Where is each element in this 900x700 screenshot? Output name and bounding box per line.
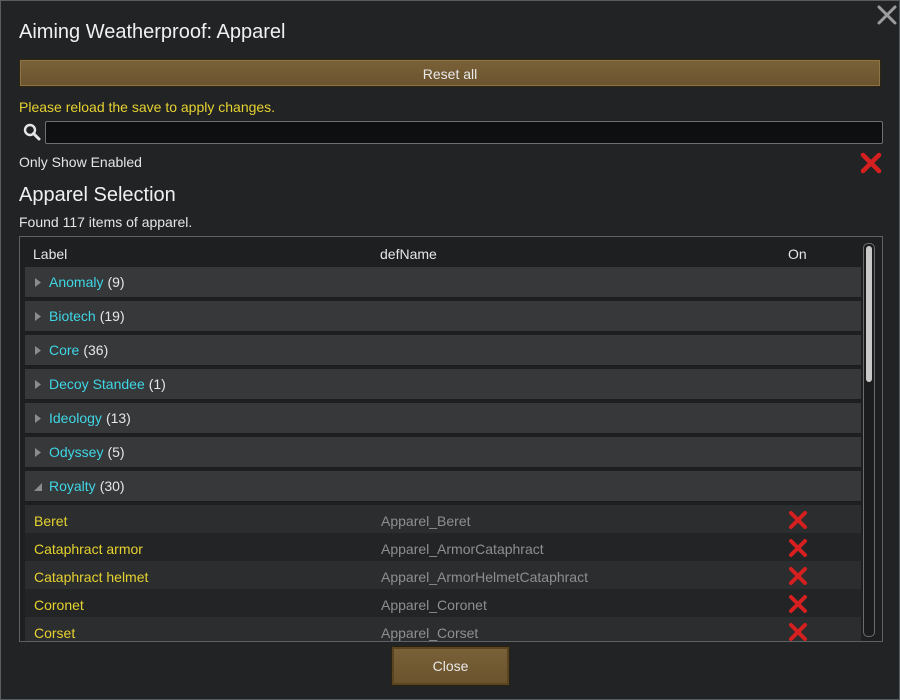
apparel-table: Label defName On Anomaly (9) Biotech (19) … xyxy=(19,236,883,642)
mod-settings-window: Aiming Weatherproof: Apparel Reset all P… xyxy=(0,0,900,700)
group-count: (36) xyxy=(83,342,109,358)
table-row[interactable]: Coronet Apparel_Coronet xyxy=(25,589,861,617)
item-label: Cataphract armor xyxy=(34,541,143,557)
search-input[interactable] xyxy=(45,121,883,144)
item-defname: Apparel_Beret xyxy=(381,513,471,529)
group-name: Decoy Standee xyxy=(49,376,145,392)
item-defname: Apparel_ArmorHelmetCataphract xyxy=(381,569,588,585)
group-row-decoy-standee[interactable]: Decoy Standee (1) xyxy=(25,369,861,400)
column-header-label: Label xyxy=(33,246,68,262)
group-count: (1) xyxy=(148,376,166,392)
red-x-icon[interactable] xyxy=(788,538,808,558)
group-row-biotech[interactable]: Biotech (19) xyxy=(25,301,861,332)
close-icon[interactable] xyxy=(875,3,899,27)
group-name: Ideology xyxy=(49,410,102,426)
group-row-core[interactable]: Core (36) xyxy=(25,335,861,366)
red-x-icon[interactable] xyxy=(788,594,808,614)
triangle-right-icon xyxy=(35,312,41,321)
group-row-anomaly[interactable]: Anomaly (9) xyxy=(25,267,861,298)
column-header-defname: defName xyxy=(380,246,437,262)
group-count: (30) xyxy=(99,478,125,494)
red-x-icon[interactable] xyxy=(788,566,808,586)
triangle-right-icon xyxy=(35,448,41,457)
item-label: Coronet xyxy=(34,597,84,613)
scrollbar[interactable] xyxy=(863,243,875,637)
group-row-odyssey[interactable]: Odyssey (5) xyxy=(25,437,861,468)
close-button[interactable]: Close xyxy=(391,646,510,686)
red-x-icon[interactable] xyxy=(788,622,808,642)
item-defname: Apparel_Corset xyxy=(381,625,479,641)
only-show-enabled-label: Only Show Enabled xyxy=(19,154,142,170)
group-name: Odyssey xyxy=(49,444,104,460)
triangle-right-icon xyxy=(35,346,41,355)
search-icon xyxy=(23,123,41,141)
reload-warning: Please reload the save to apply changes. xyxy=(19,99,276,115)
table-row[interactable]: Corset Apparel_Corset xyxy=(25,617,861,642)
table-row[interactable]: Cataphract armor Apparel_ArmorCataphract xyxy=(25,533,861,561)
found-count: Found 117 items of apparel. xyxy=(19,214,193,230)
item-defname: Apparel_ArmorCataphract xyxy=(381,541,544,557)
group-name: Anomaly xyxy=(49,274,104,290)
group-row-royalty[interactable]: Royalty (30) xyxy=(25,471,861,502)
group-count: (19) xyxy=(99,308,125,324)
group-count: (13) xyxy=(105,410,131,426)
red-x-icon[interactable] xyxy=(788,510,808,530)
triangle-right-icon xyxy=(35,380,41,389)
item-label: Corset xyxy=(34,625,76,641)
triangle-right-icon xyxy=(35,278,41,287)
only-show-enabled-toggle-red-x-icon[interactable] xyxy=(859,151,883,175)
group-name: Biotech xyxy=(49,308,96,324)
triangle-down-icon xyxy=(34,483,42,491)
item-label: Beret xyxy=(34,513,68,529)
table-row[interactable]: Beret Apparel_Beret xyxy=(25,505,861,533)
group-row-ideology[interactable]: Ideology (13) xyxy=(25,403,861,434)
table-header: Label defName On xyxy=(20,237,860,267)
group-name: Core xyxy=(49,342,80,358)
group-count: (9) xyxy=(107,274,125,290)
section-title: Apparel Selection xyxy=(19,184,176,206)
item-label: Cataphract helmet xyxy=(34,569,149,585)
table-row[interactable]: Cataphract helmet Apparel_ArmorHelmetCat… xyxy=(25,561,861,589)
group-count: (5) xyxy=(107,444,125,460)
group-name: Royalty xyxy=(49,478,96,494)
scrollbar-thumb[interactable] xyxy=(866,246,872,382)
triangle-right-icon xyxy=(35,414,41,423)
reset-all-button[interactable]: Reset all xyxy=(19,59,881,87)
column-header-on: On xyxy=(788,246,807,262)
item-defname: Apparel_Coronet xyxy=(381,597,487,613)
window-title: Aiming Weatherproof: Apparel xyxy=(19,21,286,43)
